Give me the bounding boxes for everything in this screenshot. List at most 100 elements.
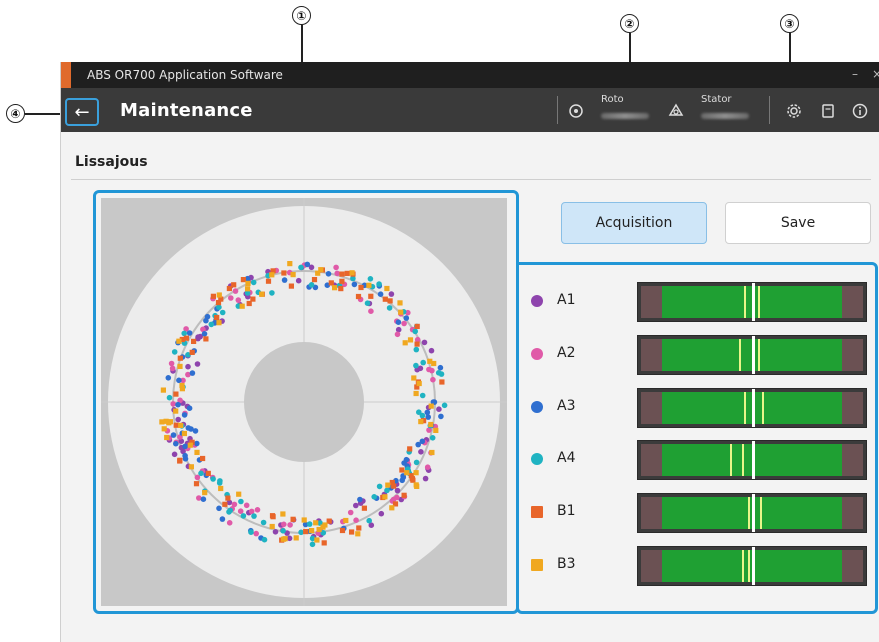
save-button[interactable]: Save bbox=[725, 202, 871, 244]
lissajous-point-b1 bbox=[339, 271, 345, 277]
level-cursor bbox=[748, 550, 751, 582]
lissajous-point-b3 bbox=[431, 360, 437, 367]
lissajous-point-a3 bbox=[325, 271, 332, 277]
lissajous-point-b3 bbox=[218, 485, 224, 492]
back-arrow-icon: ← bbox=[74, 101, 90, 123]
back-button[interactable]: ← bbox=[65, 98, 99, 126]
lissajous-point-b3 bbox=[287, 261, 293, 267]
lissajous-point-a2 bbox=[368, 308, 374, 314]
lissajous-point-b1 bbox=[288, 283, 294, 289]
rotor-icon[interactable] bbox=[567, 102, 585, 120]
lissajous-point-b3 bbox=[407, 337, 414, 343]
lissajous-canvas bbox=[101, 198, 507, 606]
lissajous-point-a1 bbox=[272, 529, 279, 535]
lissajous-point-a1 bbox=[185, 363, 191, 370]
lissajous-point-a4 bbox=[166, 394, 173, 401]
lissajous-point-a1 bbox=[175, 416, 181, 423]
lissajous-point-b1 bbox=[200, 455, 206, 462]
stator-value-blurred bbox=[701, 113, 749, 119]
lissajous-point-a4 bbox=[420, 359, 427, 366]
settings-icon[interactable] bbox=[785, 102, 803, 120]
level-cursor bbox=[743, 286, 746, 318]
screenshot-page: ① ② ③ ④ ABS OR700 Application Software –… bbox=[0, 0, 879, 642]
lissajous-point-b3 bbox=[313, 520, 319, 526]
lissajous-point-a2 bbox=[232, 288, 239, 294]
stator-icon[interactable] bbox=[667, 102, 685, 120]
lissajous-point-a4 bbox=[412, 328, 419, 335]
manual-icon[interactable] bbox=[819, 102, 837, 120]
lissajous-point-a2 bbox=[170, 401, 176, 407]
lissajous-point-b3 bbox=[433, 427, 439, 433]
brand-stripe bbox=[61, 62, 71, 88]
lissajous-point-a4 bbox=[413, 346, 420, 353]
lissajous-point-a4 bbox=[280, 528, 286, 534]
lissajous-point-b1 bbox=[349, 529, 355, 535]
level-bar-center-line bbox=[751, 389, 755, 427]
level-cursor bbox=[741, 444, 744, 476]
lissajous-point-a2 bbox=[235, 297, 242, 303]
signal-level-bar bbox=[637, 388, 867, 428]
acquisition-button[interactable]: Acquisition bbox=[561, 202, 707, 244]
channel-row-a2: A2 bbox=[531, 335, 871, 375]
signal-level-bar bbox=[637, 493, 867, 533]
lissajous-point-a2 bbox=[287, 522, 293, 528]
lissajous-point-a4 bbox=[429, 435, 436, 441]
header-divider-2 bbox=[769, 96, 770, 124]
lissajous-point-b3 bbox=[236, 491, 242, 497]
lissajous-point-a3 bbox=[400, 474, 407, 481]
rotor-label: Roto bbox=[601, 94, 624, 105]
circle-marker-icon bbox=[531, 295, 543, 307]
info-icon[interactable] bbox=[851, 102, 869, 120]
lissajous-point-a4 bbox=[251, 513, 257, 519]
lissajous-point-a2 bbox=[429, 367, 435, 374]
lissajous-point-b3 bbox=[160, 387, 166, 393]
lissajous-point-a3 bbox=[182, 443, 188, 450]
level-cursor bbox=[748, 497, 751, 529]
lissajous-point-a4 bbox=[384, 487, 390, 494]
lissajous-point-b3 bbox=[187, 442, 193, 448]
page-title: Maintenance bbox=[120, 100, 253, 121]
channel-row-a3: A3 bbox=[531, 388, 871, 428]
lissajous-point-a3 bbox=[176, 377, 182, 384]
lissajous-point-a1 bbox=[295, 277, 302, 284]
lissajous-point-a4 bbox=[416, 409, 422, 415]
lissajous-point-a4 bbox=[219, 309, 226, 316]
close-button[interactable]: × bbox=[872, 67, 879, 81]
lissajous-point-a3 bbox=[377, 291, 384, 297]
level-bar-center-line bbox=[751, 494, 755, 532]
lissajous-point-a3 bbox=[175, 401, 181, 408]
lissajous-point-b1 bbox=[389, 479, 395, 486]
lissajous-point-a2 bbox=[231, 501, 238, 508]
lissajous-point-a4 bbox=[240, 513, 247, 519]
lissajous-point-b3 bbox=[245, 286, 251, 292]
level-cursor bbox=[762, 392, 765, 424]
lissajous-point-a2 bbox=[281, 521, 287, 528]
callout-1: ① bbox=[292, 6, 311, 25]
level-cursor bbox=[730, 444, 732, 476]
lissajous-point-b1 bbox=[265, 278, 272, 284]
lissajous-point-b3 bbox=[397, 300, 403, 306]
lissajous-point-a4 bbox=[366, 517, 373, 524]
lissajous-point-b3 bbox=[269, 523, 275, 530]
lissajous-point-b1 bbox=[246, 300, 252, 307]
lissajous-point-b3 bbox=[428, 421, 434, 428]
lissajous-point-b1 bbox=[222, 501, 228, 507]
lissajous-point-b3 bbox=[416, 380, 422, 387]
lissajous-point-a1 bbox=[436, 406, 442, 412]
lissajous-point-a4 bbox=[371, 494, 378, 500]
lissajous-point-a1 bbox=[422, 475, 429, 482]
signal-level-bar bbox=[637, 546, 867, 586]
lissajous-point-a3 bbox=[281, 277, 288, 283]
lissajous-point-a4 bbox=[238, 498, 244, 505]
lissajous-point-a3 bbox=[438, 413, 444, 420]
channel-row-a1: A1 bbox=[531, 282, 871, 322]
lissajous-point-a3 bbox=[415, 441, 422, 448]
lissajous-point-b3 bbox=[343, 517, 349, 524]
lissajous-point-b1 bbox=[410, 477, 416, 483]
lissajous-point-b3 bbox=[301, 517, 307, 523]
lissajous-point-b1 bbox=[225, 495, 231, 501]
lissajous-point-b3 bbox=[173, 408, 179, 414]
minimize-button[interactable]: – bbox=[852, 67, 858, 81]
channel-label: A4 bbox=[557, 450, 576, 466]
lissajous-point-a4 bbox=[386, 305, 393, 311]
